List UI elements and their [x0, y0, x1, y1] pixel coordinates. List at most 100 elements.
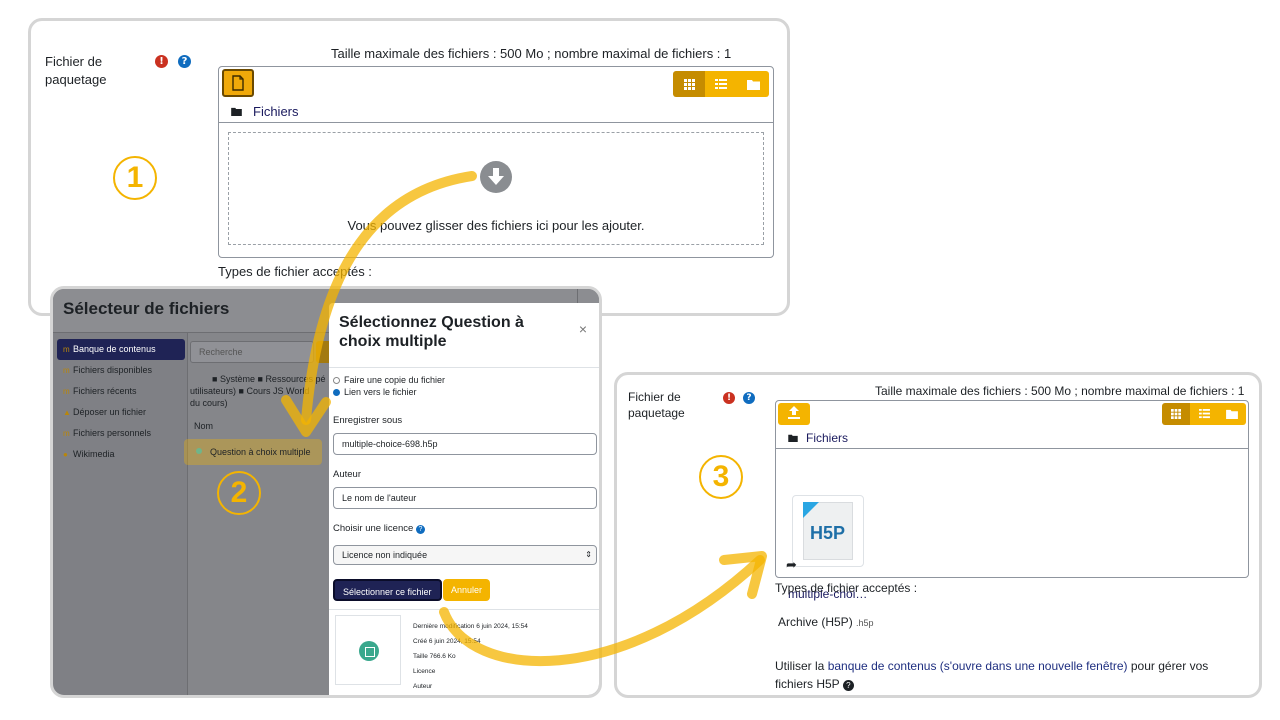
save-as-label: Enregistrer sous	[333, 415, 403, 426]
author-input[interactable]: Le nom de l'auteur	[333, 487, 597, 509]
author-label: Auteur	[333, 469, 361, 480]
filemanager-path: Fichiers	[776, 429, 1248, 449]
meta-modified: Dernière modification 6 juin 2024, 15:54	[413, 623, 528, 630]
field-label: Fichier de paquetage	[628, 390, 685, 420]
help-icon[interactable]: ?	[743, 392, 755, 404]
content-bank-icon: m	[63, 345, 70, 354]
drop-zone[interactable]: Vous pouvez glisser des fichiers ici pou…	[228, 132, 764, 245]
folder-icon: ■	[212, 374, 218, 384]
step-number: 2	[217, 471, 261, 515]
accepted-types-label: Types de fichier acceptés :	[218, 264, 372, 279]
required-icon: !	[723, 392, 735, 404]
download-arrow-icon	[480, 161, 512, 193]
drop-zone-text: Vous pouvez glisser des fichiers ici pou…	[347, 218, 645, 233]
view-tree-button[interactable]	[1218, 403, 1246, 425]
view-icons-button[interactable]	[673, 71, 705, 97]
help-icon[interactable]: ?	[415, 525, 425, 534]
grid-icon	[1171, 409, 1181, 419]
folder-icon: ■	[257, 374, 263, 384]
radio-link[interactable]: Lien vers le fichier	[333, 387, 417, 397]
view-list-button[interactable]	[1190, 403, 1218, 425]
folder-icon	[1226, 409, 1238, 419]
view-switcher	[1162, 403, 1246, 425]
meta-size: Taille 766.6 Ko	[413, 653, 456, 660]
cancel-button[interactable]: Annuler	[443, 579, 491, 601]
step-number: 3	[699, 455, 743, 499]
filemanager-box: Fichiers Vous pouvez glisser des fichier…	[218, 66, 774, 258]
view-icons-button[interactable]	[1162, 403, 1190, 425]
folder-icon	[231, 107, 242, 116]
file-picker-title: Sélecteur de fichiers	[63, 299, 230, 318]
repo-wikimedia[interactable]: ● Wikimedia	[57, 444, 185, 465]
h5p-file-icon: H5P	[803, 502, 853, 560]
file-picker-content: Recherche ■ Système ■ Ressources pé util…	[184, 333, 336, 695]
meta-created: Créé 6 juin 2024, 15:54	[413, 638, 481, 645]
select-caret-icon: ⇕	[585, 550, 592, 559]
upload-icon	[788, 406, 800, 419]
meta-license: Licence	[413, 668, 436, 675]
path-label[interactable]: Fichiers	[253, 104, 299, 119]
repository-list: m Banque de contenus m Fichiers disponible…	[57, 339, 185, 465]
list-icon	[1198, 409, 1210, 419]
h5p-file-icon	[196, 448, 202, 454]
add-file-button[interactable]	[222, 69, 254, 97]
accepted-types-label: Types de fichier acceptés :	[775, 581, 918, 595]
filemanager-toolbar	[219, 67, 773, 101]
select-file-modal: Sélectionnez Question à choix multiple ×…	[329, 303, 599, 695]
divider	[329, 367, 599, 368]
content-bank-link[interactable]: banque de contenus (s'ouvre dans une nou…	[828, 659, 1128, 673]
upload-icon: ▲	[63, 408, 71, 417]
breadcrumb: ■ Système ■ Ressources pé utilisateurs) …	[190, 374, 326, 408]
modal-title: Sélectionnez Question à choix multiple	[339, 314, 524, 350]
save-as-input[interactable]: multiple-choice-698.h5p	[333, 433, 597, 455]
license-label: Choisir une licence ?	[333, 523, 425, 534]
list-icon	[715, 78, 727, 89]
filemanager-empty-panel: Fichier de paquetage ! ? Taille maximale…	[28, 18, 790, 316]
filemanager-path: Fichiers	[219, 101, 773, 123]
meta-author: Auteur	[413, 683, 433, 690]
required-icon: !	[155, 55, 168, 68]
max-file-info: Taille maximale des fichiers : 500 Mo ; …	[875, 384, 1245, 398]
wikimedia-icon: ●	[63, 450, 68, 459]
radio-icon	[333, 377, 340, 384]
file-picker-panel: Sélecteur de fichiers m Banque de contenu…	[50, 286, 602, 698]
h5p-file-icon	[359, 641, 379, 661]
recent-files-icon: m	[63, 387, 70, 396]
folder-icon	[788, 434, 798, 442]
step-number: 1	[113, 156, 157, 200]
search-input[interactable]: Recherche	[190, 341, 314, 363]
file-thumbnail	[335, 615, 401, 685]
view-switcher	[673, 71, 769, 97]
help-icon[interactable]: ?	[842, 680, 854, 691]
file-add-icon	[232, 75, 244, 91]
accepted-type: Archive (H5P) .h5p	[778, 615, 874, 629]
field-label: Fichier de paquetage	[45, 54, 107, 87]
file-tile[interactable]: H5P	[792, 495, 864, 567]
repo-upload[interactable]: ▲ Déposer un fichier	[57, 402, 185, 423]
filemanager-filled-panel: Fichier de paquetage ! ? Taille maximale…	[614, 372, 1262, 698]
server-files-icon: m	[63, 366, 70, 375]
view-tree-button[interactable]	[737, 71, 769, 97]
private-files-icon: m	[63, 429, 70, 438]
folder-icon	[746, 79, 760, 90]
repo-server-files[interactable]: m Fichiers disponibles	[57, 360, 185, 381]
divider	[329, 609, 599, 610]
grid-icon	[683, 78, 695, 90]
view-list-button[interactable]	[705, 71, 737, 97]
repo-private-files[interactable]: m Fichiers personnels	[57, 423, 185, 444]
repo-content-bank[interactable]: m Banque de contenus	[57, 339, 185, 360]
filemanager-box: Fichiers H5P ➦ multiple-choi…	[775, 400, 1249, 601]
close-icon[interactable]: ×	[579, 321, 587, 337]
path-label[interactable]: Fichiers	[806, 431, 848, 445]
max-file-info: Taille maximale des fichiers : 500 Mo ; …	[331, 46, 732, 61]
radio-copy[interactable]: Faire une copie du fichier	[333, 375, 445, 385]
add-file-button[interactable]	[778, 403, 810, 425]
content-bank-note: Utiliser la banque de contenus (s'ouvre …	[775, 659, 1209, 691]
column-header-name[interactable]: Nom	[194, 421, 213, 431]
help-icon[interactable]: ?	[178, 55, 191, 68]
repo-recent-files[interactable]: m Fichiers récents	[57, 381, 185, 402]
file-row[interactable]: Question à choix multiple	[184, 439, 322, 465]
license-select[interactable]: Licence non indiquée ⇕	[333, 545, 597, 565]
folder-icon: ■	[238, 386, 244, 396]
select-file-button[interactable]: Sélectionner ce fichier	[333, 579, 442, 601]
